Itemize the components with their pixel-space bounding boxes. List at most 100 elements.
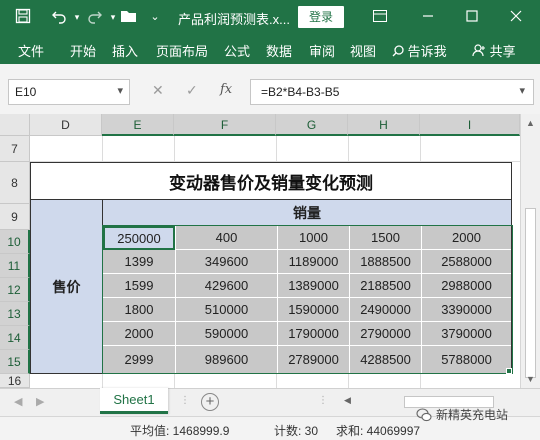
share-button[interactable]: 共享: [472, 41, 516, 60]
result-cell[interactable]: 510000: [175, 298, 277, 322]
window-title: 产品利润预测表.x...: [178, 12, 290, 27]
select-all-corner[interactable]: [0, 114, 30, 136]
result-cell[interactable]: 2490000: [349, 298, 421, 322]
enter-check-icon[interactable]: ✓: [186, 82, 198, 99]
ribbon-display-icon[interactable]: [366, 6, 394, 28]
tab-home[interactable]: 开始: [70, 41, 96, 60]
top-left-cell-e10[interactable]: 250000: [103, 226, 175, 250]
vertical-scroll-thumb[interactable]: [525, 208, 536, 378]
scroll-down-icon[interactable]: ▼: [526, 374, 535, 384]
row-header-16[interactable]: 16: [0, 374, 30, 388]
row-header-12[interactable]: 12: [0, 278, 30, 302]
result-cell[interactable]: 3790000: [421, 322, 511, 346]
save-icon[interactable]: [14, 8, 32, 26]
undo-dropdown-icon[interactable]: ▾: [68, 8, 86, 26]
vertical-scrollbar[interactable]: ▲ ▼: [520, 114, 540, 388]
column-header-d[interactable]: D: [30, 114, 102, 136]
result-cell[interactable]: 1790000: [277, 322, 349, 346]
column-header-g[interactable]: G: [276, 114, 348, 136]
tab-insert[interactable]: 插入: [112, 41, 138, 60]
column-header-f[interactable]: F: [174, 114, 276, 136]
row-header-15[interactable]: 15: [0, 350, 30, 374]
result-cell[interactable]: 2988000: [421, 274, 511, 298]
worksheet-grid[interactable]: 变动器售价及销量变化预测 售价 销量 250000 400 1000 1500 …: [30, 136, 520, 388]
price-cell[interactable]: 2999: [103, 346, 175, 373]
add-sheet-button[interactable]: +: [201, 393, 219, 411]
row-header-8[interactable]: 8: [0, 162, 30, 204]
split-handle-icon[interactable]: ⋮: [318, 395, 328, 406]
row-header-9[interactable]: 9: [0, 204, 30, 230]
quick-access-dropdown-icon[interactable]: ⌄: [146, 8, 164, 26]
result-cell[interactable]: 3390000: [421, 298, 511, 322]
undo-icon[interactable]: [50, 8, 68, 26]
price-cell[interactable]: 1599: [103, 274, 175, 298]
result-cell[interactable]: 1389000: [277, 274, 349, 298]
ribbon-tabs: 文件 开始 插入 页面布局 公式 数据 审阅 视图 告诉我 共享: [0, 34, 540, 64]
watermark-text: 新精英充电站: [436, 408, 509, 422]
tab-data[interactable]: 数据: [266, 41, 292, 60]
volume-header-cell[interactable]: 1000: [277, 226, 349, 250]
result-cell[interactable]: 2789000: [277, 346, 349, 373]
tab-formulas[interactable]: 公式: [224, 41, 250, 60]
search-icon: [392, 45, 404, 57]
tab-view[interactable]: 视图: [350, 41, 376, 60]
result-cell[interactable]: 2188500: [349, 274, 421, 298]
result-cell[interactable]: 590000: [175, 322, 277, 346]
result-cell[interactable]: 2588000: [421, 250, 511, 274]
row-header-11[interactable]: 11: [0, 254, 30, 278]
row-header-14[interactable]: 14: [0, 326, 30, 350]
result-cell[interactable]: 989600: [175, 346, 277, 373]
tab-page-layout[interactable]: 页面布局: [156, 41, 208, 60]
result-cell[interactable]: 5788000: [421, 346, 511, 373]
result-cell[interactable]: 4288500: [349, 346, 421, 373]
volume-header-cell[interactable]: 1500: [349, 226, 421, 250]
insert-function-icon[interactable]: fx: [220, 82, 232, 97]
maximize-icon[interactable]: [458, 6, 486, 28]
sensitivity-table: 250000 400 1000 1500 2000 1399 349600 11…: [102, 225, 513, 374]
next-sheet-icon[interactable]: ▶: [36, 395, 44, 408]
row-header-13[interactable]: 13: [0, 302, 30, 326]
result-cell[interactable]: 1590000: [277, 298, 349, 322]
tab-review[interactable]: 审阅: [309, 41, 335, 60]
column-header-e[interactable]: E: [102, 114, 174, 136]
price-cell[interactable]: 1399: [103, 250, 175, 274]
result-cell[interactable]: 1888500: [349, 250, 421, 274]
share-label: 共享: [489, 44, 516, 59]
result-cell[interactable]: 1189000: [277, 250, 349, 274]
scroll-up-icon[interactable]: ▲: [526, 118, 535, 128]
minimize-icon[interactable]: [414, 6, 442, 28]
close-icon[interactable]: [502, 6, 530, 28]
login-button[interactable]: 登录: [298, 6, 344, 28]
person-add-icon: [472, 44, 485, 57]
column-header-h[interactable]: H: [348, 114, 420, 136]
cancel-icon[interactable]: ✕: [152, 82, 164, 99]
column-header-i[interactable]: I: [420, 114, 520, 136]
open-folder-icon[interactable]: [120, 8, 138, 26]
fill-handle[interactable]: [506, 368, 512, 374]
price-cell[interactable]: 2000: [103, 322, 175, 346]
more-sheets-icon[interactable]: ⋮: [180, 395, 190, 406]
name-box[interactable]: E10 ▾: [8, 79, 130, 105]
formula-input[interactable]: =B2*B4-B3-B5 ▾: [250, 79, 534, 105]
formula-expand-icon[interactable]: ▾: [519, 84, 525, 97]
result-cell[interactable]: 349600: [175, 250, 277, 274]
status-average: 平均值: 1468999.9: [130, 424, 230, 438]
tell-me-button[interactable]: 告诉我: [392, 41, 447, 60]
redo-icon[interactable]: [86, 8, 104, 26]
prev-sheet-icon[interactable]: ◀: [14, 395, 22, 408]
tab-file[interactable]: 文件: [18, 41, 44, 60]
watermark: 新精英充电站: [416, 406, 508, 423]
volume-header-cell[interactable]: 400: [175, 226, 277, 250]
volume-header-cell[interactable]: 2000: [421, 226, 511, 250]
scroll-left-icon[interactable]: ◀: [344, 395, 351, 406]
row-header-7[interactable]: 7: [0, 136, 30, 162]
price-cell[interactable]: 1800: [103, 298, 175, 322]
sales-volume-header: 销量: [102, 200, 512, 226]
price-label: 售价: [30, 200, 102, 374]
row-header-10[interactable]: 10: [0, 230, 30, 254]
name-box-dropdown-icon[interactable]: ▾: [117, 84, 123, 97]
result-cell[interactable]: 429600: [175, 274, 277, 298]
status-sum: 求和: 44069997: [336, 424, 421, 438]
sheet-tab-sheet1[interactable]: Sheet1: [100, 388, 168, 414]
result-cell[interactable]: 2790000: [349, 322, 421, 346]
